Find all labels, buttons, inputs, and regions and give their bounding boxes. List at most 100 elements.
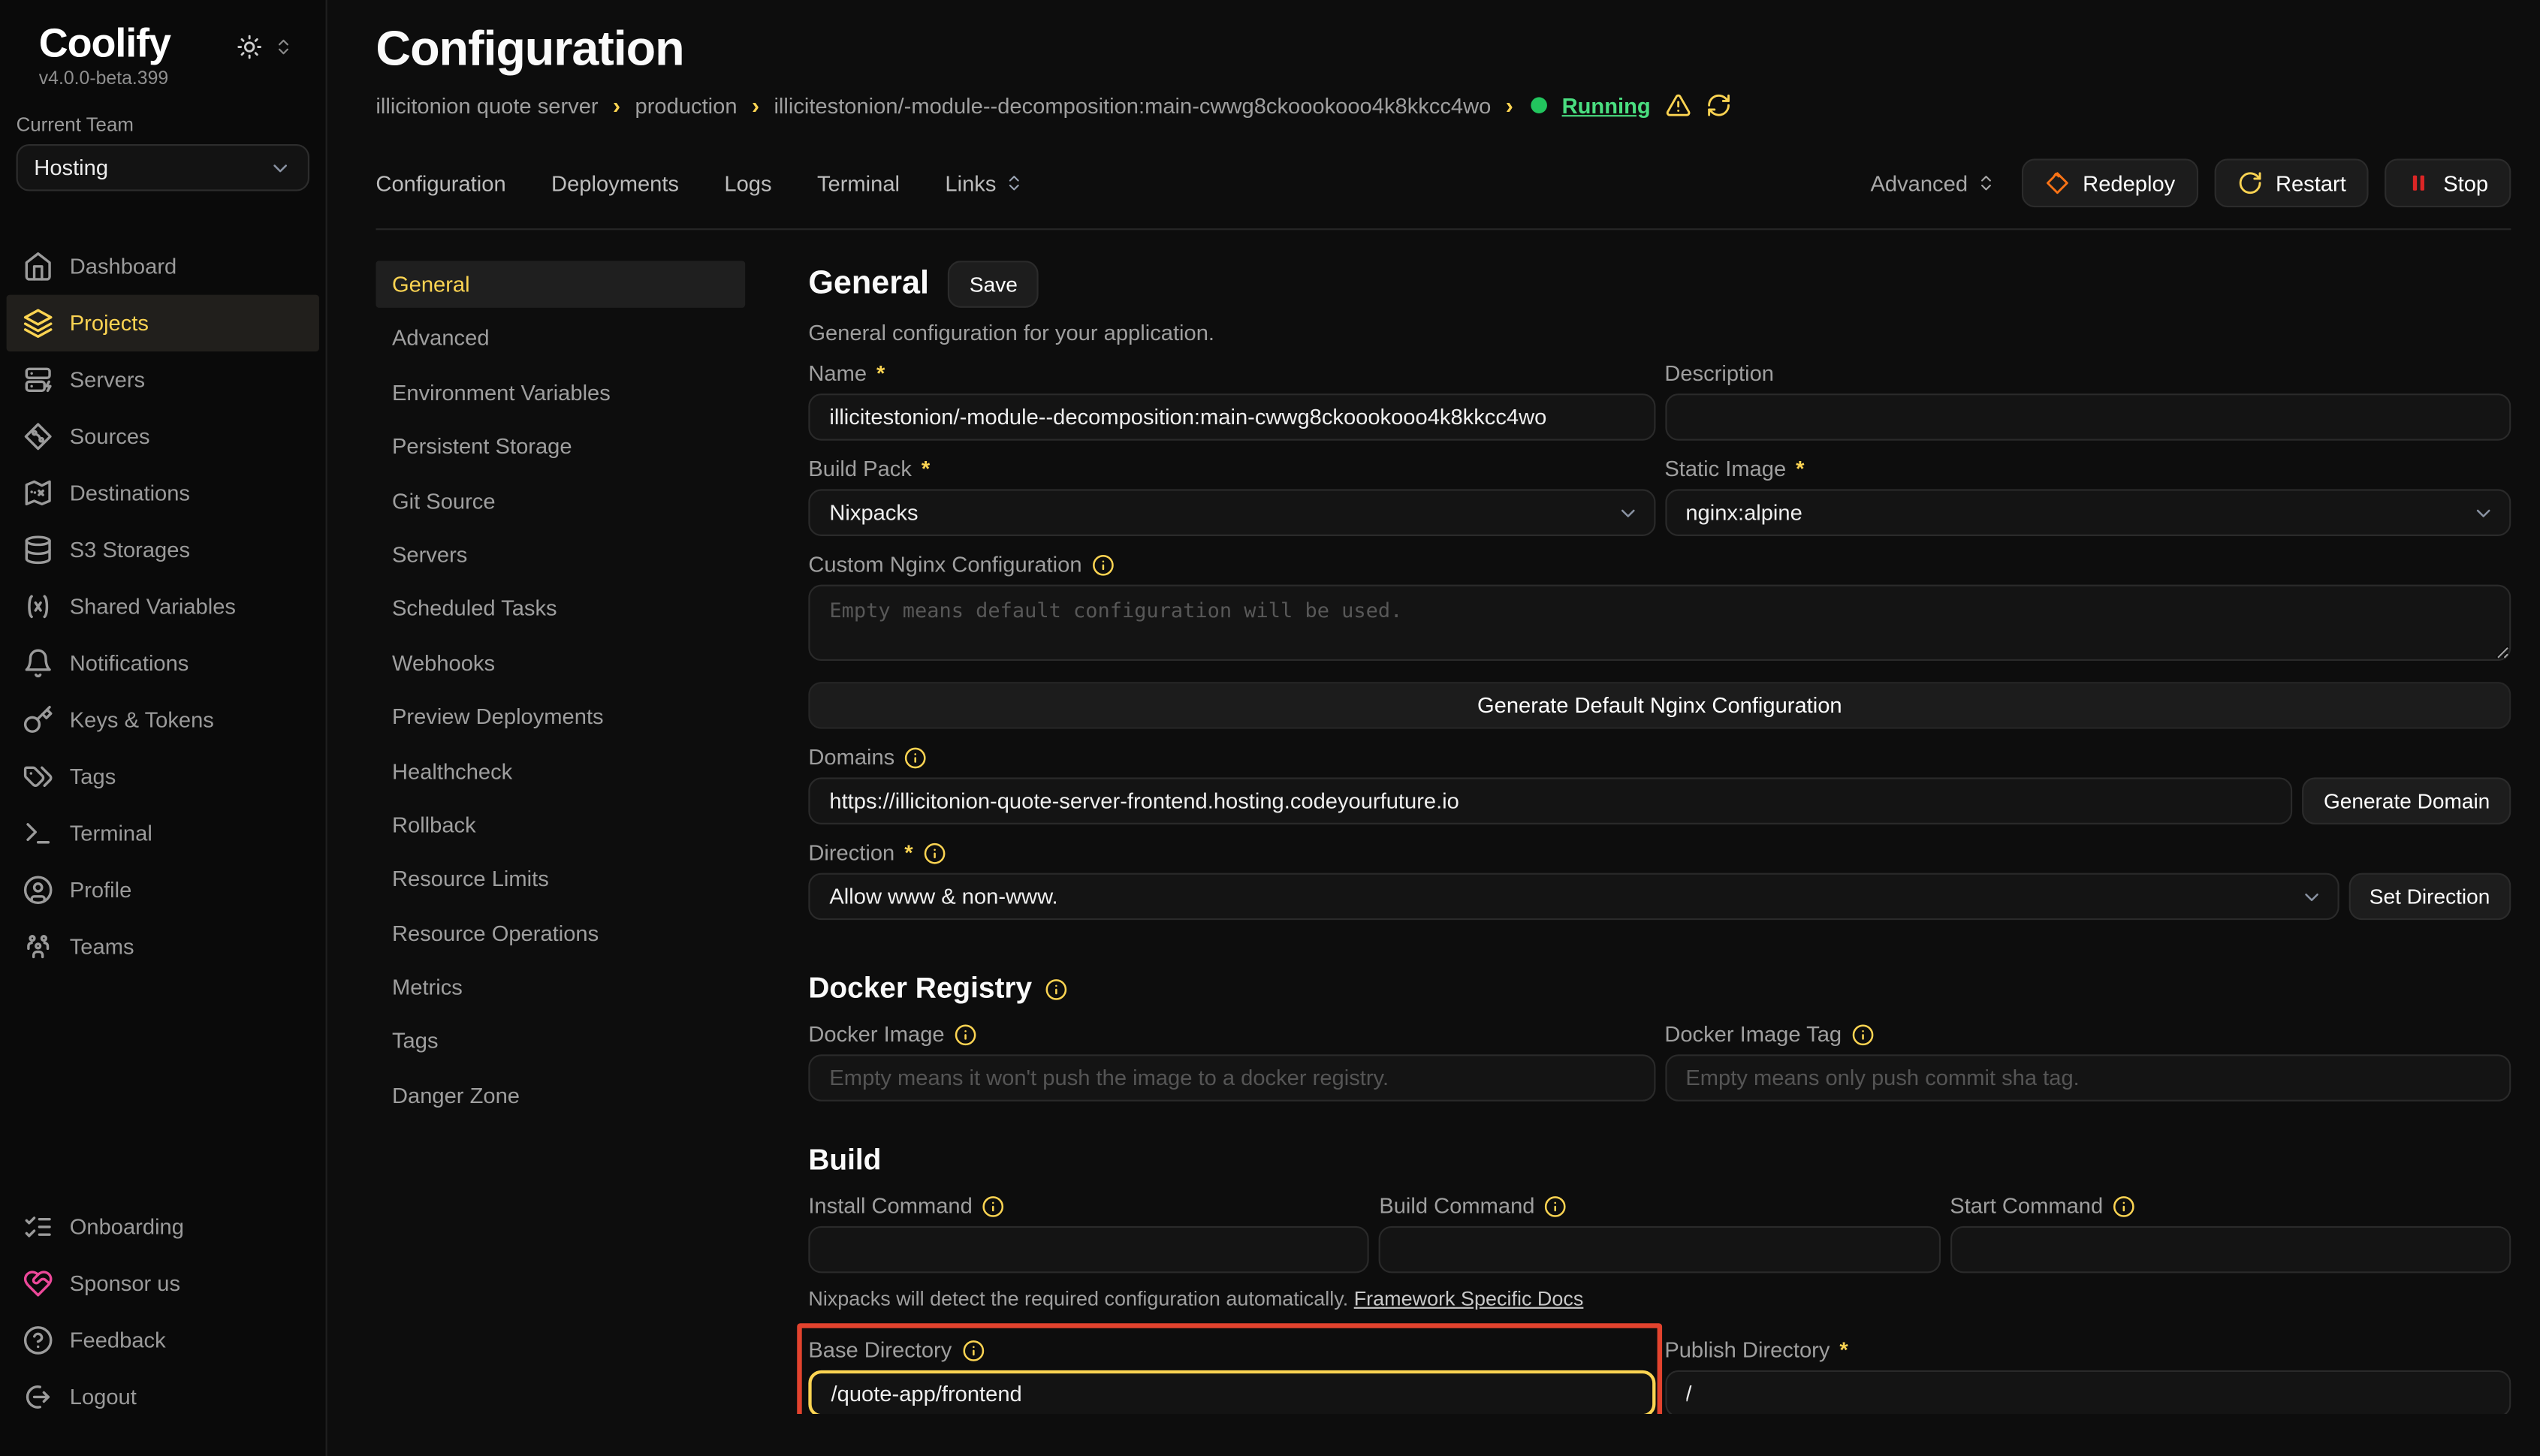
breadcrumb-separator: ›	[613, 92, 620, 119]
info-icon[interactable]	[923, 842, 946, 864]
subnav-item-webhooks[interactable]: Webhooks	[376, 639, 745, 686]
generate-domain-button[interactable]: Generate Domain	[2303, 777, 2511, 824]
subnav-item-metrics[interactable]: Metrics	[376, 964, 745, 1011]
subnav-item-servers[interactable]: Servers	[376, 531, 745, 578]
static-image-select[interactable]	[1664, 489, 2511, 536]
framework-docs-link[interactable]: Framework Specific Docs	[1354, 1288, 1584, 1310]
sidebar-item-notifications[interactable]: Notifications	[7, 635, 319, 692]
coolify-app: Coolify v4.0.0-beta.399 Current Team Hos…	[0, 0, 2540, 1456]
restart-icon	[2237, 170, 2263, 196]
sidebar-item-s3-storages[interactable]: S3 Storages	[7, 522, 319, 578]
restart-button[interactable]: Restart	[2214, 158, 2369, 207]
sidebar-item-sources[interactable]: Sources	[7, 408, 319, 465]
tab-terminal[interactable]: Terminal	[817, 171, 900, 195]
sidebar-item-projects[interactable]: Projects	[7, 295, 319, 351]
chevron-down-icon	[269, 156, 291, 179]
direction-select[interactable]	[808, 873, 2338, 921]
sidebar-item-onboarding[interactable]: Onboarding	[7, 1198, 319, 1255]
theme-toggle-icon[interactable]	[237, 34, 263, 60]
subnav-item-resource-operations[interactable]: Resource Operations	[376, 910, 745, 957]
stop-button[interactable]: Stop	[2385, 158, 2511, 207]
base-directory-input[interactable]	[808, 1370, 1655, 1414]
app-logo[interactable]: Coolify	[39, 21, 170, 68]
subnav-item-tags[interactable]: Tags	[376, 1018, 745, 1066]
subnav-item-environment-variables[interactable]: Environment Variables	[376, 369, 745, 416]
sidebar-item-label: Keys & Tokens	[70, 708, 214, 732]
breadcrumb-application[interactable]: illicitestonion/-module--decomposition:m…	[774, 93, 1491, 117]
install-command-input[interactable]	[808, 1226, 1369, 1274]
info-icon[interactable]	[955, 1023, 977, 1045]
subnav-item-danger-zone[interactable]: Danger Zone	[376, 1072, 745, 1120]
redeploy-button[interactable]: Redeploy	[2021, 158, 2198, 207]
info-icon[interactable]	[1045, 978, 1067, 1000]
docker-image-input[interactable]	[808, 1054, 1655, 1102]
tab-links[interactable]: Links	[945, 171, 1024, 195]
subnav-item-rollback[interactable]: Rollback	[376, 802, 745, 849]
breadcrumb-separator: ›	[1506, 92, 1513, 119]
section-subtitle: General configuration for your applicati…	[808, 321, 2511, 345]
publish-directory-input[interactable]	[1664, 1370, 2511, 1414]
build-pack-select[interactable]	[808, 489, 1655, 536]
info-icon[interactable]	[1544, 1195, 1567, 1217]
docker-image-tag-input[interactable]	[1664, 1054, 2511, 1102]
sidebar-item-label: S3 Storages	[70, 538, 190, 562]
save-button[interactable]: Save	[949, 261, 1039, 308]
sidebar-item-keys-tokens[interactable]: Keys & Tokens	[7, 692, 319, 748]
config-subnav: General Advanced Environment Variables P…	[376, 261, 745, 1414]
generate-nginx-button[interactable]: Generate Default Nginx Configuration	[808, 682, 2511, 729]
subnav-item-resource-limits[interactable]: Resource Limits	[376, 856, 745, 903]
sidebar: Coolify v4.0.0-beta.399 Current Team Hos…	[0, 0, 327, 1456]
sidebar-item-logout[interactable]: Logout	[7, 1369, 319, 1425]
name-label: Name *	[808, 361, 1655, 385]
tab-configuration[interactable]: Configuration	[376, 171, 505, 195]
breadcrumb-environment[interactable]: production	[635, 93, 738, 117]
tab-deployments[interactable]: Deployments	[551, 171, 679, 195]
advanced-dropdown[interactable]: Advanced	[1870, 171, 1995, 195]
subnav-item-git-source[interactable]: Git Source	[376, 477, 745, 524]
build-pack-label: Build Pack *	[808, 457, 1655, 481]
sidebar-item-teams[interactable]: Teams	[7, 918, 319, 975]
sidebar-item-dashboard[interactable]: Dashboard	[7, 238, 319, 294]
bell-icon	[23, 648, 53, 679]
sidebar-item-tags[interactable]: Tags	[7, 749, 319, 805]
description-input[interactable]	[1664, 393, 2511, 441]
start-command-input[interactable]	[1950, 1226, 2511, 1274]
team-select[interactable]: Hosting	[17, 144, 309, 191]
info-icon[interactable]	[1091, 553, 1114, 576]
sidebar-item-destinations[interactable]: Destinations	[7, 465, 319, 521]
sidebar-item-profile[interactable]: Profile	[7, 862, 319, 918]
build-title: Build	[808, 1144, 881, 1177]
subnav-item-general[interactable]: General	[376, 261, 745, 308]
status-link[interactable]: Running	[1562, 93, 1651, 117]
subnav-item-persistent-storage[interactable]: Persistent Storage	[376, 423, 745, 470]
breadcrumb-project[interactable]: illicitonion quote server	[376, 93, 598, 117]
subnav-item-advanced[interactable]: Advanced	[376, 315, 745, 362]
subnav-item-scheduled-tasks[interactable]: Scheduled Tasks	[376, 585, 745, 632]
name-input[interactable]	[808, 393, 1655, 441]
base-directory-label: Base Directory	[808, 1338, 1655, 1362]
description-label: Description	[1664, 361, 2511, 385]
build-command-input[interactable]	[1379, 1226, 1940, 1274]
sidebar-item-sponsor-us[interactable]: Sponsor us	[7, 1256, 319, 1312]
chevrons-up-down-icon[interactable]	[274, 38, 294, 57]
warning-icon[interactable]	[1665, 92, 1691, 119]
sidebar-item-feedback[interactable]: Feedback	[7, 1312, 319, 1368]
info-icon[interactable]	[1851, 1023, 1874, 1045]
tab-logs[interactable]: Logs	[724, 171, 771, 195]
tags-icon	[23, 761, 53, 792]
refresh-icon[interactable]	[1706, 92, 1732, 119]
install-command-label: Install Command	[808, 1194, 1369, 1218]
info-icon[interactable]	[982, 1195, 1005, 1217]
custom-nginx-textarea[interactable]	[808, 585, 2511, 661]
info-icon[interactable]	[961, 1339, 984, 1361]
subnav-item-preview-deployments[interactable]: Preview Deployments	[376, 693, 745, 740]
domains-input[interactable]	[808, 777, 2293, 824]
subnav-item-healthcheck[interactable]: Healthcheck	[376, 747, 745, 794]
sidebar-item-terminal[interactable]: Terminal	[7, 805, 319, 861]
log-out-icon	[23, 1382, 53, 1412]
set-direction-button[interactable]: Set Direction	[2348, 873, 2511, 921]
info-icon[interactable]	[2113, 1195, 2135, 1217]
info-icon[interactable]	[904, 746, 927, 768]
sidebar-item-shared-variables[interactable]: Shared Variables	[7, 578, 319, 635]
sidebar-item-servers[interactable]: Servers	[7, 351, 319, 408]
